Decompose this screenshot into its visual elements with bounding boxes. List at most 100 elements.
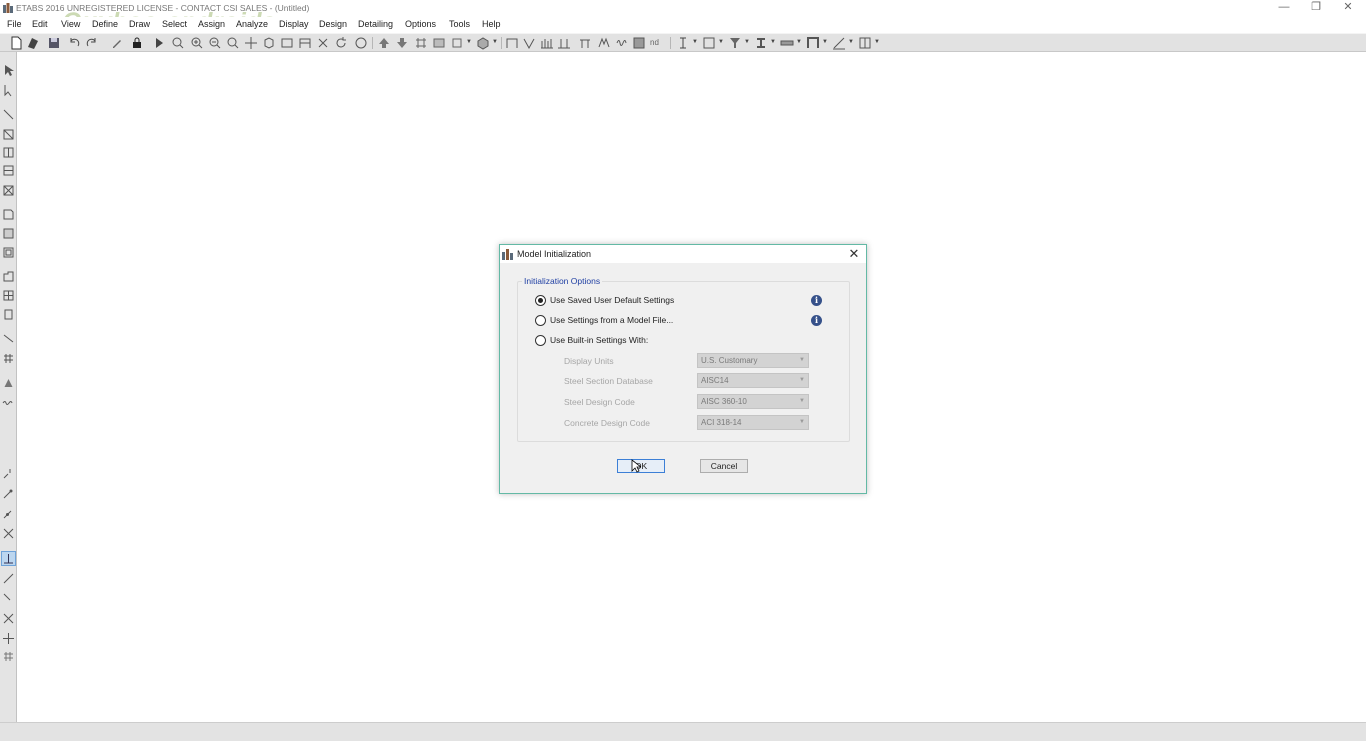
rotate-icon[interactable] [334, 36, 348, 50]
draw-link-icon[interactable] [597, 36, 611, 50]
dropdown-arrow-icon[interactable]: ▼ [466, 39, 472, 45]
snap-lines-icon[interactable] [2, 572, 15, 585]
new-model-icon[interactable] [9, 36, 23, 50]
draw-spring-icon[interactable] [615, 36, 629, 50]
dropdown-arrow-icon[interactable]: ▼ [692, 39, 698, 45]
draw-frame-icon[interactable] [505, 36, 519, 50]
undo-icon[interactable] [67, 36, 81, 50]
restore-button[interactable]: ❐ [1300, 0, 1332, 17]
menu-help[interactable]: Help [482, 19, 501, 29]
draw-frame-left-icon[interactable] [2, 128, 15, 141]
dropdown-arrow-icon[interactable]: ▼ [718, 39, 724, 45]
steel-section-database-select[interactable]: AISC14 ▼ [697, 373, 809, 388]
cancel-button[interactable]: Cancel [700, 459, 748, 473]
dropdown-arrow-icon[interactable]: ▼ [744, 39, 750, 45]
snap-middle-icon[interactable] [2, 507, 15, 520]
snap-fine-grid-icon[interactable] [2, 650, 15, 663]
ok-button[interactable]: OK [617, 459, 665, 473]
display-options-icon[interactable] [432, 36, 446, 50]
draw-tendon-icon[interactable] [2, 332, 15, 345]
draw-grid-left-icon[interactable] [2, 352, 15, 365]
draw-area-left-icon[interactable] [2, 208, 15, 221]
plan-view-icon[interactable] [280, 36, 294, 50]
view-3d-box-icon[interactable] [476, 36, 490, 50]
perspective-icon[interactable] [354, 36, 368, 50]
3d-view-icon[interactable] [262, 36, 276, 50]
draw-window-icon[interactable] [2, 289, 15, 302]
snap-grid-icon[interactable] [2, 632, 15, 645]
snap-perpendicular-icon[interactable] [1, 551, 16, 566]
i-beam-icon[interactable] [754, 36, 768, 50]
zoom-in-icon[interactable] [190, 36, 204, 50]
open-icon[interactable] [26, 36, 40, 50]
xy-view-icon[interactable] [316, 36, 330, 50]
draw-brace-left-icon[interactable] [2, 184, 15, 197]
pencil-icon[interactable] [110, 36, 124, 50]
draw-opening-icon[interactable] [2, 270, 15, 283]
draw-spring-left-icon[interactable] [2, 397, 15, 410]
draw-area-icon[interactable] [632, 36, 646, 50]
frame-icon[interactable] [806, 36, 820, 50]
dropdown-arrow-icon[interactable]: ▼ [848, 39, 854, 45]
move-up-icon[interactable] [377, 36, 391, 50]
zoom-fit-icon[interactable] [226, 36, 240, 50]
redo-icon[interactable] [85, 36, 99, 50]
menu-display[interactable]: Display [279, 19, 309, 29]
draw-wall-left-icon[interactable] [2, 246, 15, 259]
menu-assign[interactable]: Assign [198, 19, 225, 29]
run-icon[interactable] [152, 36, 166, 50]
zoom-window-icon[interactable] [171, 36, 185, 50]
draw-beam-left-icon[interactable] [2, 164, 15, 177]
radio-button[interactable] [535, 335, 546, 346]
menu-analyze[interactable]: Analyze [236, 19, 268, 29]
draw-column-icon[interactable] [557, 36, 571, 50]
move-down-icon[interactable] [395, 36, 409, 50]
slab-icon[interactable] [780, 36, 794, 50]
lock-icon[interactable] [130, 36, 144, 50]
menu-draw[interactable]: Draw [129, 19, 150, 29]
filter-icon[interactable] [728, 36, 742, 50]
info-icon[interactable]: i [811, 315, 822, 326]
section-icon[interactable] [702, 36, 716, 50]
snap-cross-icon[interactable] [2, 612, 15, 625]
info-icon[interactable]: i [811, 295, 822, 306]
draw-joint-icon[interactable] [2, 108, 15, 121]
draw-beam-icon[interactable] [578, 36, 592, 50]
text-cursor-icon[interactable] [676, 36, 690, 50]
draw-wall-icon[interactable] [540, 36, 554, 50]
dropdown-arrow-icon[interactable]: ▼ [874, 39, 880, 45]
radio-button[interactable] [535, 295, 546, 306]
menu-options[interactable]: Options [405, 19, 436, 29]
minimize-button[interactable]: — [1268, 0, 1300, 17]
dropdown-arrow-icon[interactable]: ▼ [492, 39, 498, 45]
pan-icon[interactable] [244, 36, 258, 50]
snap-points-icon[interactable] [2, 467, 15, 480]
dropdown-arrow-icon[interactable]: ▼ [770, 39, 776, 45]
dialog-close-button[interactable]: ✕ [846, 246, 862, 262]
menu-define[interactable]: Define [92, 19, 118, 29]
menu-select[interactable]: Select [162, 19, 187, 29]
draw-brace-icon[interactable] [522, 36, 536, 50]
concrete-design-code-select[interactable]: ACI 318-14 ▼ [697, 415, 809, 430]
menu-design[interactable]: Design [319, 19, 347, 29]
grid-icon[interactable] [414, 36, 428, 50]
snap-ends-icon[interactable] [2, 487, 15, 500]
draw-support-icon[interactable] [2, 377, 15, 390]
save-icon[interactable] [47, 36, 61, 50]
radio-button[interactable] [535, 315, 546, 326]
zoom-out-icon[interactable] [208, 36, 222, 50]
close-window-button[interactable]: ✕ [1332, 0, 1364, 17]
draw-line-icon[interactable] [832, 36, 846, 50]
pointer-icon[interactable] [2, 64, 15, 77]
dropdown-arrow-icon[interactable]: ▼ [822, 39, 828, 45]
dropdown-arrow-icon[interactable]: ▼ [796, 39, 802, 45]
elevation-view-icon[interactable] [298, 36, 312, 50]
menu-view[interactable]: View [61, 19, 80, 29]
menu-edit[interactable]: Edit [32, 19, 48, 29]
snap-extension-icon[interactable] [2, 592, 15, 605]
draw-column-left-icon[interactable] [2, 146, 15, 159]
steel-design-code-select[interactable]: AISC 360-10 ▼ [697, 394, 809, 409]
menu-tools[interactable]: Tools [449, 19, 470, 29]
snap-intersection-icon[interactable] [2, 527, 15, 540]
reshape-icon[interactable] [2, 84, 15, 97]
